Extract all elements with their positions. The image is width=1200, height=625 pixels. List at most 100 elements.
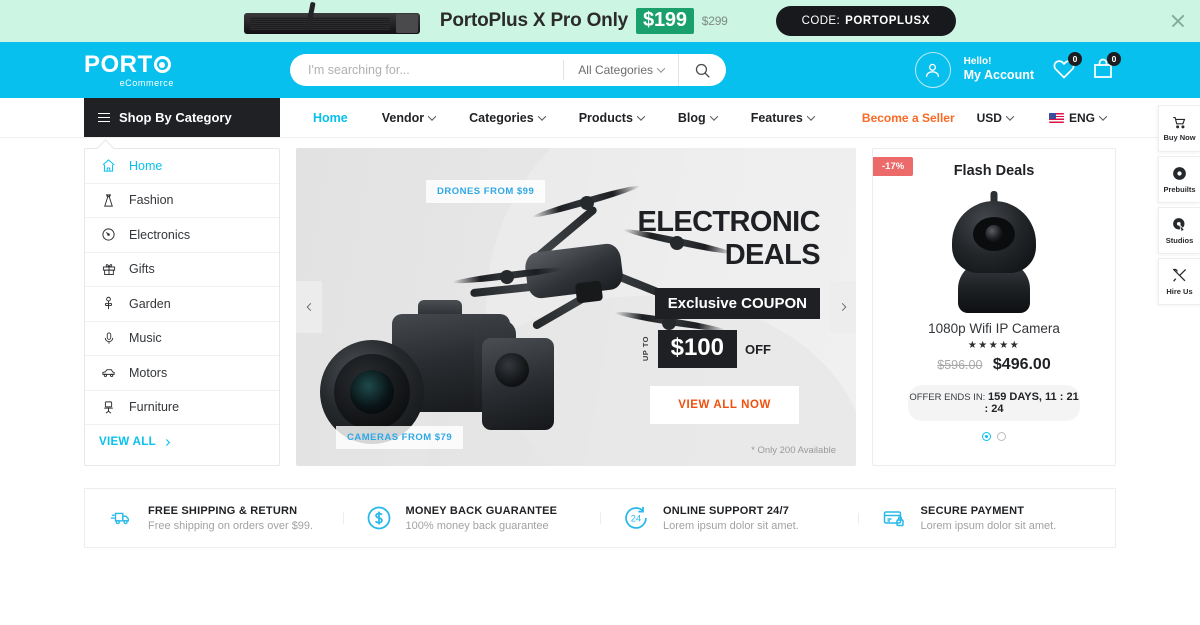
- product-prices: $596.00 $496.00: [873, 356, 1115, 374]
- action-camera-image: [482, 338, 554, 430]
- shop-by-category-label: Shop By Category: [119, 110, 232, 125]
- chair-icon: [99, 400, 118, 415]
- sidebar-item-label: Furniture: [129, 400, 180, 415]
- cart-button[interactable]: 0: [1090, 52, 1121, 83]
- sidebar-item-label: Fashion: [129, 193, 174, 208]
- search-bar[interactable]: All Categories: [290, 54, 726, 86]
- hero-coupon-band: Exclusive COUPON: [654, 288, 820, 319]
- nav-item-products[interactable]: Products: [562, 111, 661, 125]
- hero-cta-button[interactable]: VIEW ALL NOW: [650, 386, 799, 424]
- nav-item-features[interactable]: Features: [734, 111, 831, 125]
- sidebar-item-home[interactable]: Home: [85, 149, 279, 184]
- carousel-dot-1[interactable]: [982, 432, 991, 441]
- sidebar-item-electronics[interactable]: Electronics: [85, 218, 279, 253]
- floatbar-label: Hire Us: [1166, 287, 1193, 296]
- search-category-select[interactable]: All Categories: [563, 60, 678, 80]
- countdown-time: 159 DAYS, 11 : 21 : 24: [984, 391, 1079, 415]
- hero-title-line2: DEALS: [724, 239, 821, 272]
- floatbar-label: Studios: [1165, 236, 1194, 245]
- hero-tag-cameras[interactable]: CAMERAS FROM $79: [336, 426, 464, 449]
- feature-subtitle: Lorem ipsum dolor sit amet.: [920, 519, 1057, 532]
- nav-item-vendor[interactable]: Vendor: [365, 111, 452, 125]
- product-name[interactable]: 1080p Wifi IP Camera: [873, 321, 1115, 336]
- chevron-down-icon: [636, 111, 646, 121]
- sidebar-item-furniture[interactable]: Furniture: [85, 391, 279, 425]
- hero-banner: DRONES FROM $99 CAMERAS FROM $79 ELECTRO…: [296, 148, 856, 466]
- promo-code-value: PORTOPLUSX: [845, 15, 931, 27]
- account-label: My Account: [963, 68, 1034, 83]
- nav-label: Blog: [677, 110, 706, 125]
- hero-tag-drones[interactable]: DRONES FROM $99: [426, 180, 546, 203]
- search-input[interactable]: [290, 63, 564, 77]
- feature-money-back: MONEY BACK GUARANTEE 100% money back gua…: [342, 504, 601, 532]
- close-icon[interactable]: [1170, 13, 1186, 29]
- flag-icon: [1048, 113, 1064, 123]
- nav-item-categories[interactable]: Categories: [452, 111, 562, 125]
- carousel-dot-2[interactable]: [997, 432, 1006, 441]
- cursor-target-icon: [1173, 218, 1186, 233]
- sidebar-item-garden[interactable]: Garden: [85, 287, 279, 322]
- chevron-down-icon: [537, 111, 546, 121]
- language-select[interactable]: ENG: [1035, 111, 1120, 125]
- floatbar-item-hire-us[interactable]: Hire Us: [1158, 258, 1200, 305]
- feature-subtitle: Lorem ipsum dolor sit amet.: [663, 519, 799, 532]
- promo-headline: PortoPlus X Pro Only $199 $299: [440, 8, 728, 34]
- floatbar-item-buy-now[interactable]: Buy Now: [1158, 105, 1200, 152]
- nav-label: Products: [578, 110, 633, 125]
- site-header: PORT eCommerce All Categories Hello! My …: [0, 42, 1200, 98]
- promo-bar: PortoPlus X Pro Only $199 $299 CODE: POR…: [0, 0, 1200, 42]
- sidebar-item-label: Home: [129, 158, 163, 173]
- wishlist-count: 0: [1068, 52, 1082, 66]
- search-button[interactable]: [678, 54, 726, 86]
- nav-item-blog[interactable]: Blog: [661, 111, 734, 125]
- sidebar-view-all-link[interactable]: VIEW ALL: [85, 425, 279, 459]
- nav-links: Home Vendor Categories Products Blog Fea…: [296, 98, 831, 137]
- sidebar-item-motors[interactable]: Motors: [85, 356, 279, 391]
- hamburger-icon: [98, 112, 110, 123]
- feature-title: MONEY BACK GUARANTEE: [405, 504, 558, 517]
- logo[interactable]: PORT eCommerce: [84, 50, 176, 88]
- floatbar-item-studios[interactable]: Studios: [1158, 207, 1200, 254]
- secure-card-icon: [883, 511, 904, 527]
- discount-badge: -17%: [873, 157, 914, 176]
- nav-item-home[interactable]: Home: [296, 111, 365, 125]
- sidebar-item-label: Gifts: [129, 262, 155, 277]
- product-image[interactable]: [873, 191, 1115, 313]
- sidebar-item-music[interactable]: Music: [85, 322, 279, 356]
- sidebar-item-gifts[interactable]: Gifts: [85, 253, 279, 287]
- svg-text:24: 24: [631, 514, 641, 524]
- promo-code-button[interactable]: CODE: PORTOPLUSX: [775, 6, 957, 36]
- promo-old-price: $299: [701, 14, 728, 28]
- hero-coupon-amount-row: UP TO $100 OFF: [641, 330, 771, 368]
- header-actions: Hello! My Account 0 0: [914, 52, 1121, 88]
- floatbar-item-prebuilts[interactable]: Prebuilts: [1158, 156, 1200, 203]
- plant-icon: [99, 296, 118, 311]
- carousel-dots: [873, 432, 1115, 441]
- chevron-down-icon: [1098, 112, 1108, 121]
- logo-text: PORT: [84, 50, 153, 78]
- account-greeting: Hello!: [963, 55, 992, 67]
- sidebar-view-all-label: VIEW ALL: [99, 436, 156, 448]
- hero-title: ELECTRONIC DEALS: [637, 206, 820, 272]
- gift-icon: [99, 262, 118, 277]
- chevron-down-icon: [709, 111, 718, 121]
- currency-select[interactable]: USD: [963, 111, 1027, 125]
- account-link[interactable]: Hello! My Account: [964, 56, 1034, 84]
- wishlist-button[interactable]: 0: [1051, 52, 1082, 83]
- hero-off-label: OFF: [745, 341, 771, 357]
- nav-label: Vendor: [381, 110, 425, 125]
- product-rating: ★★★★★: [967, 340, 1021, 351]
- carousel-next-button[interactable]: [830, 281, 856, 333]
- feature-free-shipping: FREE SHIPPING & RETURN Free shipping on …: [85, 505, 343, 532]
- sidebar-item-label: Music: [129, 331, 162, 346]
- chevron-down-icon: [806, 111, 816, 121]
- hero-availability-note: * Only 200 Available: [751, 445, 836, 456]
- sidebar-item-fashion[interactable]: Fashion: [85, 184, 279, 218]
- hero-title-line1: ELECTRONIC: [637, 206, 820, 238]
- carousel-prev-button[interactable]: [296, 281, 322, 333]
- nav-label: Categories: [469, 110, 534, 125]
- currency-label: USD: [976, 111, 1002, 125]
- shop-by-category-button[interactable]: Shop By Category: [84, 98, 280, 137]
- become-a-seller-link[interactable]: Become a Seller: [862, 111, 955, 125]
- avatar[interactable]: [914, 52, 951, 88]
